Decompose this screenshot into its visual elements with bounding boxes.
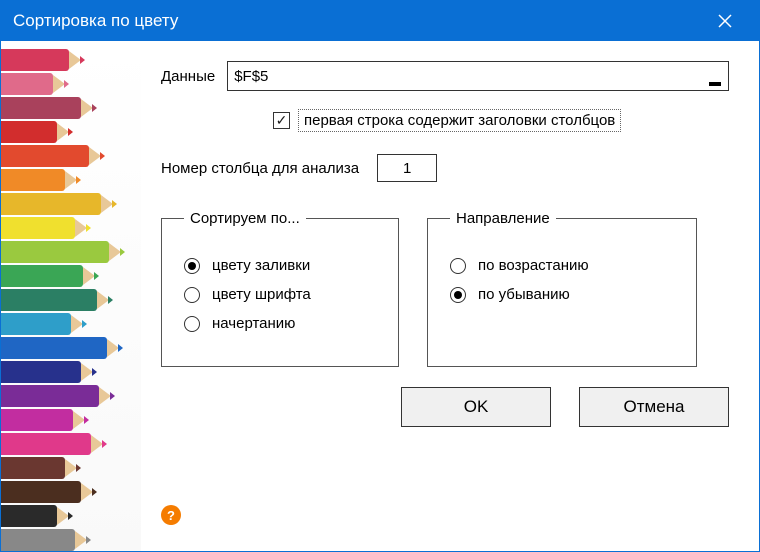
pencil-icon (1, 265, 83, 287)
radio-icon (450, 287, 466, 303)
dialog-window: Сортировка по цвету Данные ✓ первая стро… (0, 0, 760, 552)
pencil-icon (1, 97, 81, 119)
cancel-button[interactable]: Отмена (579, 387, 729, 427)
direction-option[interactable]: по возрастанию (450, 257, 674, 274)
pencil-icon (1, 337, 107, 359)
pencil-icon (1, 169, 65, 191)
pencil-icon (1, 217, 75, 239)
sortby-legend: Сортируем по... (184, 210, 306, 227)
pencil-icon (1, 313, 71, 335)
sortby-option[interactable]: цвету заливки (184, 257, 376, 274)
sortby-fieldset: Сортируем по... цвету заливки цвету шрифт… (161, 210, 399, 367)
groups: Сортируем по... цвету заливки цвету шрифт… (161, 210, 729, 367)
pencil-icon (1, 49, 69, 71)
column-row: Номер столбца для анализа (161, 154, 729, 182)
sortby-label: цвету заливки (212, 257, 310, 274)
sortby-option[interactable]: начертанию (184, 315, 376, 332)
radio-icon (184, 287, 200, 303)
pencil-icon (1, 193, 101, 215)
content-area: Данные ✓ первая строка содержит заголовк… (141, 41, 759, 551)
titlebar: Сортировка по цвету (1, 1, 759, 41)
pencil-icon (1, 433, 91, 455)
pencil-icon (1, 505, 57, 527)
minimize-icon (709, 82, 721, 86)
data-row: Данные (161, 61, 729, 91)
help-button[interactable]: ? (161, 505, 181, 525)
radio-icon (184, 258, 200, 274)
radio-icon (450, 258, 466, 274)
column-input[interactable] (377, 154, 437, 182)
data-input-wrap (227, 61, 729, 91)
direction-label: по возрастанию (478, 257, 589, 274)
range-picker-button[interactable] (702, 62, 728, 90)
header-checkbox-label: первая строка содержит заголовки столбцо… (298, 109, 621, 132)
data-input[interactable] (228, 62, 702, 90)
direction-fieldset: Направление по возрастанию по убыванию (427, 210, 697, 367)
pencil-icon (1, 409, 73, 431)
direction-option[interactable]: по убыванию (450, 286, 674, 303)
pencil-icon (1, 385, 99, 407)
header-checkbox[interactable]: ✓ (273, 112, 290, 129)
pencil-icon (1, 289, 97, 311)
column-label: Номер столбца для анализа (161, 160, 359, 177)
pencil-icon (1, 73, 53, 95)
data-label: Данные (161, 68, 215, 85)
pencil-icon (1, 529, 75, 551)
dialog-body: Данные ✓ первая строка содержит заголовк… (1, 41, 759, 551)
pencils-sidebar (1, 41, 141, 551)
pencil-icon (1, 145, 89, 167)
pencil-icon (1, 241, 109, 263)
pencil-icon (1, 121, 57, 143)
window-title: Сортировка по цвету (13, 11, 703, 31)
radio-icon (184, 316, 200, 332)
direction-legend: Направление (450, 210, 556, 227)
button-row: OK Отмена (161, 387, 729, 427)
header-checkbox-row: ✓ первая строка содержит заголовки столб… (273, 109, 729, 132)
pencil-icon (1, 481, 81, 503)
pencil-icon (1, 361, 81, 383)
sortby-label: начертанию (212, 315, 295, 332)
pencil-icon (1, 457, 65, 479)
sortby-option[interactable]: цвету шрифта (184, 286, 376, 303)
ok-button[interactable]: OK (401, 387, 551, 427)
direction-label: по убыванию (478, 286, 570, 303)
close-icon (718, 14, 732, 28)
sortby-label: цвету шрифта (212, 286, 311, 303)
close-button[interactable] (703, 1, 747, 41)
